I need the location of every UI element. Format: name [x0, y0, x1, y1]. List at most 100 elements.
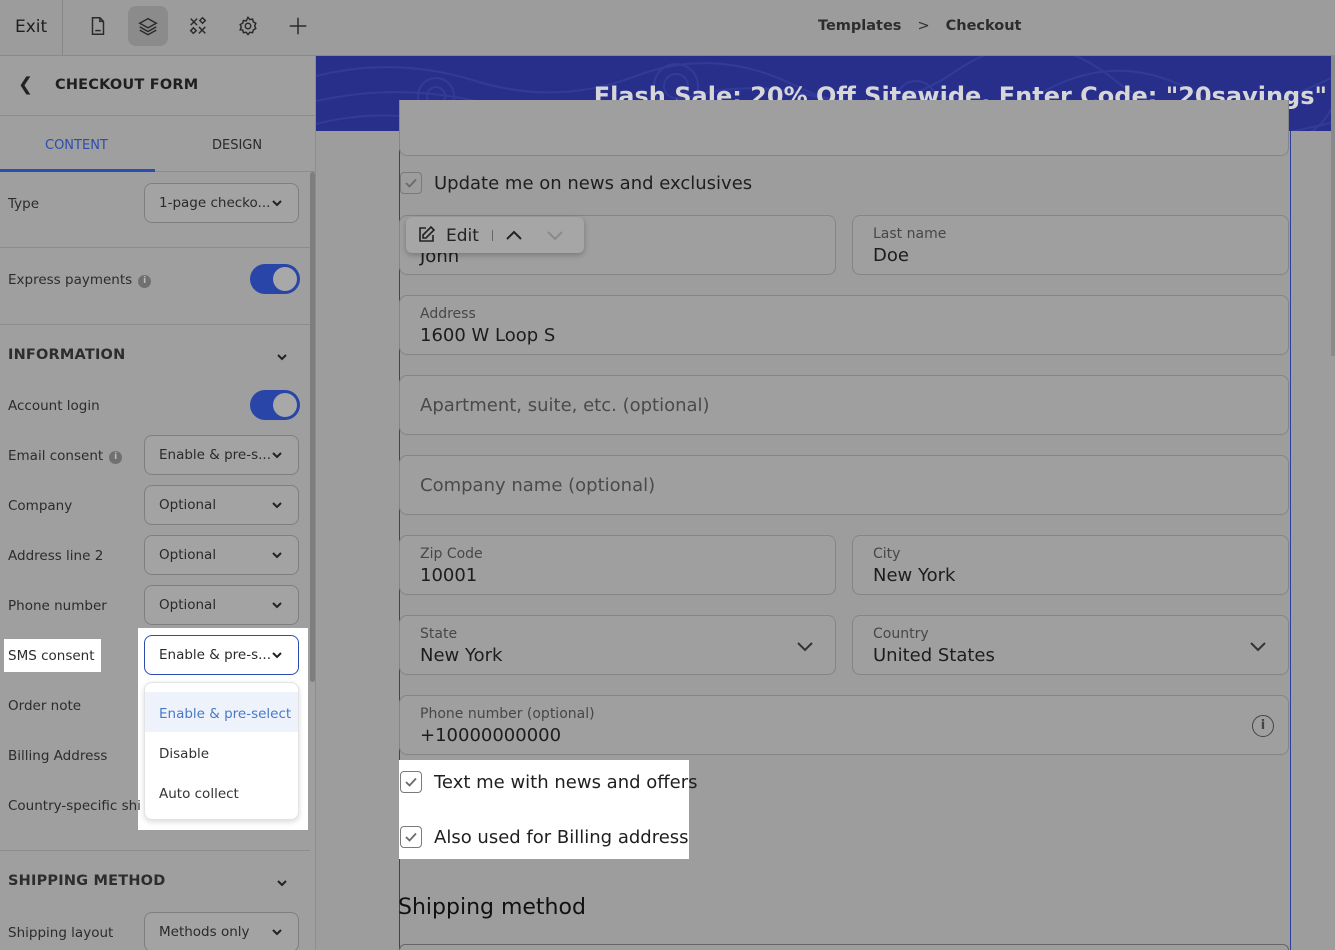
top-toolbar: Exit Templates > Checkout	[0, 0, 1335, 56]
edit-pencil-icon[interactable]	[416, 225, 436, 245]
option-auto-collect[interactable]: Auto collect	[145, 772, 298, 812]
tab-design[interactable]: DESIGN	[212, 138, 262, 153]
company-select[interactable]: Optional	[144, 485, 299, 525]
shipping-method-heading: Shipping method	[398, 895, 586, 920]
move-down-icon[interactable]	[544, 225, 566, 245]
city-field[interactable]: City New York	[852, 535, 1289, 595]
country-label: Country	[873, 626, 929, 642]
last-name-field[interactable]: Last name Doe	[852, 215, 1289, 275]
express-payments-toggle[interactable]	[250, 264, 300, 294]
exit-button[interactable]: Exit	[15, 17, 47, 37]
phone-value: +10000000000	[420, 725, 562, 746]
city-label: City	[873, 546, 901, 562]
billing-address-label: Billing Address	[8, 748, 108, 764]
email-consent-text: Email consent	[8, 448, 104, 464]
chevron-down-icon	[270, 548, 284, 562]
shipping-layout-value: Methods only	[159, 924, 250, 940]
email-field[interactable]	[399, 100, 1289, 156]
company-value: Optional	[159, 497, 217, 513]
sms-checkbox-label: Text me with news and offers	[434, 771, 698, 793]
tab-content[interactable]: CONTENT	[45, 138, 108, 153]
panel-scrollbar[interactable]	[310, 172, 315, 682]
panel-header: ❮ CHECKOUT FORM	[0, 56, 315, 116]
page-icon[interactable]	[78, 6, 118, 46]
back-chevron-icon[interactable]: ❮	[18, 74, 33, 95]
email-consent-label: Email consent i	[8, 448, 123, 464]
chevron-down-icon	[270, 196, 284, 210]
breadcrumb-checkout: Checkout	[945, 18, 1022, 34]
type-select[interactable]: 1-page checko...	[144, 183, 299, 223]
country-value: United States	[873, 645, 995, 666]
state-select[interactable]: State New York	[399, 615, 836, 675]
chevron-down-icon	[1248, 636, 1268, 656]
chevron-down-icon	[270, 598, 284, 612]
chevron-down-icon[interactable]	[275, 875, 289, 889]
option-enable-preselect[interactable]: Enable & pre-select	[145, 692, 298, 732]
layers-icon[interactable]	[128, 6, 168, 46]
account-login-toggle[interactable]	[250, 390, 300, 420]
checkbox-checked[interactable]	[400, 771, 422, 793]
last-name-label: Last name	[873, 226, 947, 242]
address-line2-select[interactable]: Optional	[144, 535, 299, 575]
panel-title: CHECKOUT FORM	[55, 77, 199, 93]
checkbox-checked[interactable]	[400, 826, 422, 848]
express-payments-text: Express payments	[8, 272, 133, 288]
checkbox-checked[interactable]	[400, 172, 422, 194]
order-note-label: Order note	[8, 698, 82, 714]
sms-consent-label: SMS consent	[8, 648, 95, 664]
sms-consent-select[interactable]: Enable & pre-s...	[144, 635, 299, 675]
address-line2-label: Address line 2	[8, 548, 104, 564]
zip-code-field[interactable]: Zip Code 10001	[399, 535, 836, 595]
info-icon[interactable]: i	[138, 275, 152, 288]
canvas-scrollbar[interactable]	[1331, 56, 1335, 356]
chevron-down-icon	[270, 448, 284, 462]
apartment-field[interactable]: Apartment, suite, etc. (optional)	[399, 375, 1289, 435]
news-checkbox-row[interactable]: Update me on news and exclusives	[400, 172, 752, 194]
type-select-value: 1-page checko...	[159, 195, 271, 211]
divider	[0, 850, 310, 851]
option-disable[interactable]: Disable	[145, 732, 298, 772]
gear-icon[interactable]	[228, 6, 268, 46]
email-consent-select[interactable]: Enable & pre-s...	[144, 435, 299, 475]
address-field[interactable]: Address 1600 W Loop S	[399, 295, 1289, 355]
city-value: New York	[873, 565, 956, 586]
chevron-down-icon	[270, 648, 284, 662]
country-select[interactable]: Country United States	[852, 615, 1289, 675]
company-label: Company	[8, 498, 73, 514]
edit-toolbar-popup: Edit	[406, 217, 584, 253]
shipping-layout-select[interactable]: Methods only	[144, 912, 299, 950]
active-tab-indicator	[0, 169, 155, 172]
zip-code-value: 10001	[420, 565, 478, 586]
plus-icon[interactable]	[278, 6, 318, 46]
state-label: State	[420, 626, 458, 642]
state-value: New York	[420, 645, 503, 666]
shapes-icon[interactable]	[178, 6, 218, 46]
move-up-icon[interactable]	[503, 225, 525, 245]
type-label: Type	[8, 196, 40, 212]
sms-checkbox-row[interactable]: Text me with news and offers	[400, 771, 698, 793]
info-icon[interactable]: i	[1252, 715, 1274, 737]
chevron-down-icon[interactable]	[275, 349, 289, 363]
divider	[0, 324, 310, 325]
info-icon[interactable]: i	[109, 451, 123, 464]
company-field[interactable]: Company name (optional)	[399, 455, 1289, 515]
address-line2-value: Optional	[159, 547, 217, 563]
last-name-value: Doe	[873, 245, 909, 266]
shipping-layout-label: Shipping layout	[8, 925, 114, 941]
phone-field[interactable]: Phone number (optional) +10000000000 i	[399, 695, 1289, 755]
billing-checkbox-row[interactable]: Also used for Billing address	[400, 826, 689, 848]
phone-number-select[interactable]: Optional	[144, 585, 299, 625]
company-placeholder: Company name (optional)	[420, 475, 656, 496]
sms-consent-value: Enable & pre-s...	[159, 647, 272, 663]
chevron-down-icon	[795, 636, 815, 656]
billing-checkbox-label: Also used for Billing address	[434, 826, 689, 848]
address-value: 1600 W Loop S	[420, 325, 556, 346]
chevron-down-icon	[270, 925, 284, 939]
toolbar-divider	[62, 0, 63, 56]
breadcrumb-templates[interactable]: Templates	[818, 18, 901, 34]
zip-code-label: Zip Code	[420, 546, 483, 562]
popup-separator	[492, 230, 493, 241]
edit-button[interactable]: Edit	[446, 226, 479, 246]
divider	[0, 247, 310, 248]
information-section-title: INFORMATION	[8, 347, 126, 363]
